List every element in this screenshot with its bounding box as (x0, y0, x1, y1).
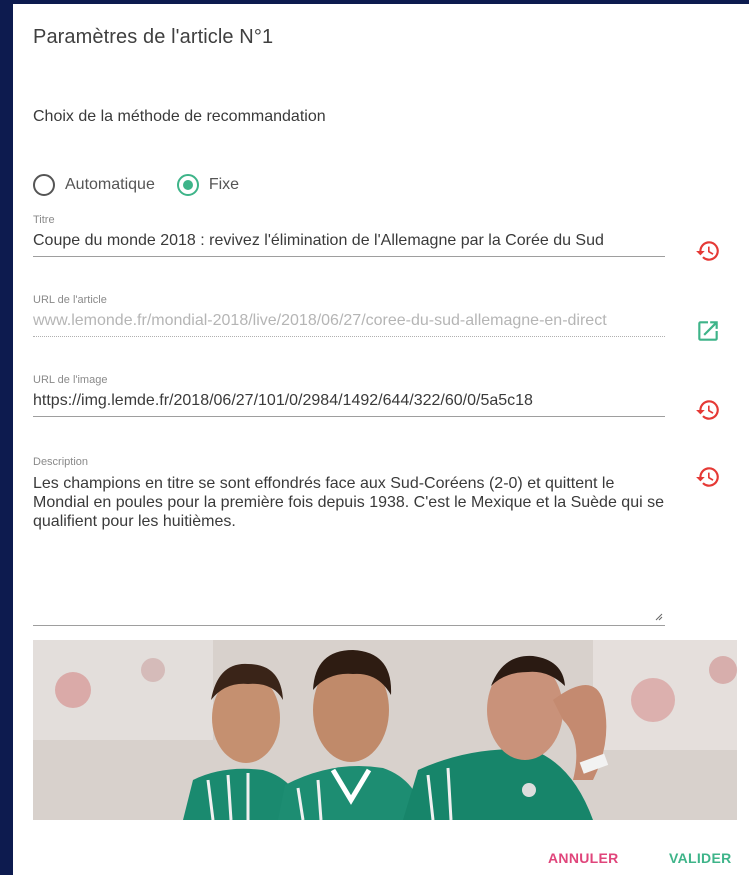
article-image (33, 640, 737, 820)
description-text: Les champions en titre se sont effondrés… (33, 475, 664, 530)
title-input[interactable]: Coupe du monde 2018 : revivez l'éliminat… (33, 232, 665, 257)
open-in-new-icon[interactable] (695, 318, 721, 344)
title-field: Titre Coupe du monde 2018 : revivez l'él… (33, 214, 665, 257)
players-photo (33, 640, 737, 820)
dialog-title: Paramètres de l'article N°1 (33, 26, 274, 48)
radio-fixe[interactable]: Fixe (176, 174, 240, 196)
resize-handle-icon[interactable] (653, 611, 663, 621)
title-field-label: Titre (33, 214, 55, 226)
radio-checked-icon[interactable] (176, 174, 199, 196)
image-url-field-label: URL de l'image (33, 374, 108, 386)
description-field: Description Les champions en titre se so… (33, 456, 665, 626)
recommendation-method-label: Choix de la méthode de recommandation (33, 108, 326, 125)
article-url-field-label: URL de l'article (33, 294, 107, 306)
radio-automatique-label: Automatique (65, 176, 155, 193)
image-url-history-icon[interactable] (695, 397, 721, 423)
validate-button[interactable]: VALIDER (669, 850, 732, 866)
description-textarea[interactable]: Les champions en titre se sont effondrés… (33, 474, 665, 626)
radio-fixe-label: Fixe (208, 176, 240, 193)
description-field-label: Description (33, 456, 89, 468)
page-background: Paramètres de l'article N°1 Choix de la … (0, 0, 749, 875)
radio-unchecked-icon[interactable] (33, 174, 55, 196)
image-url-input[interactable]: https://img.lemde.fr/2018/06/27/101/0/29… (33, 392, 665, 417)
title-history-icon[interactable] (695, 238, 721, 264)
cancel-button[interactable]: ANNULER (548, 850, 619, 866)
recommendation-radio-group: Automatique Fixe (33, 174, 261, 196)
article-settings-dialog: Paramètres de l'article N°1 Choix de la … (13, 4, 749, 875)
radio-automatique[interactable]: Automatique (33, 174, 155, 196)
article-url-field: URL de l'article www.lemonde.fr/mondial-… (33, 294, 665, 337)
description-history-icon[interactable] (695, 464, 721, 490)
image-url-field: URL de l'image https://img.lemde.fr/2018… (33, 374, 665, 417)
article-url-input: www.lemonde.fr/mondial-2018/live/2018/06… (33, 312, 665, 337)
